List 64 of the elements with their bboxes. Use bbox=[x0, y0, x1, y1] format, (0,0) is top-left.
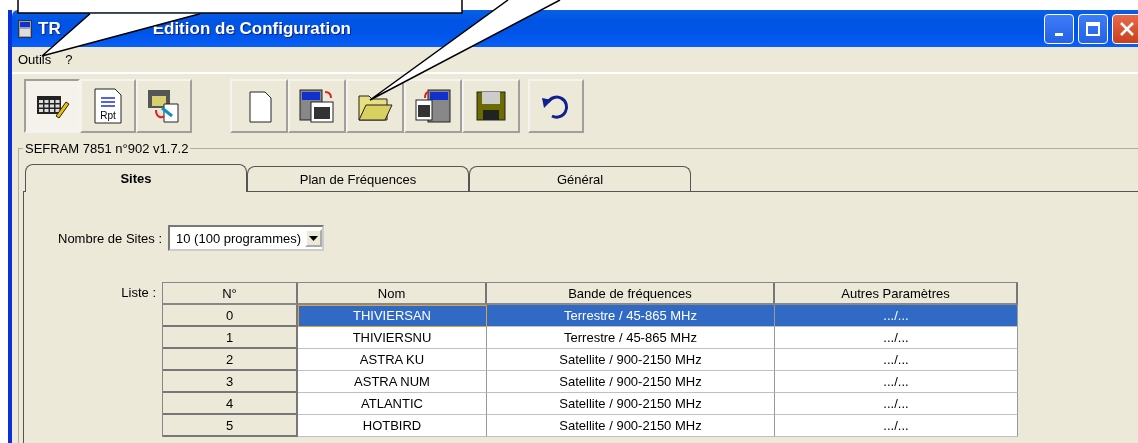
dropdown-arrow-icon bbox=[309, 235, 319, 241]
table-row[interactable]: 1 THIVIERSNU Terrestre / 45-865 MHz .../... bbox=[163, 327, 1018, 349]
row-header: 3 bbox=[163, 371, 298, 393]
maximize-icon bbox=[1085, 20, 1101, 37]
table-cell: ASTRA NUM bbox=[298, 371, 487, 393]
column-header[interactable]: Nom bbox=[298, 283, 487, 305]
table-cell: .../... bbox=[775, 371, 1018, 393]
row-header: 0 bbox=[163, 305, 298, 327]
toolbar-button[interactable] bbox=[462, 79, 520, 133]
table-row[interactable]: 3 ASTRA NUM Satellite / 900-2150 MHz .../... bbox=[163, 371, 1018, 393]
menu-item[interactable]: Outils bbox=[18, 52, 52, 67]
table-cell: .../... bbox=[775, 393, 1018, 415]
menu-item[interactable]: ? bbox=[65, 52, 73, 67]
table-cell: ATLANTIC bbox=[298, 393, 487, 415]
table-row[interactable]: 2 ASTRA KU Satellite / 900-2150 MHz .../... bbox=[163, 349, 1018, 371]
table-cell: .../... bbox=[775, 305, 1018, 327]
column-header[interactable]: N° bbox=[163, 283, 298, 305]
table-cell: Satellite / 900-2150 MHz bbox=[487, 393, 775, 415]
row-header: 2 bbox=[163, 349, 298, 371]
column-header[interactable]: Bande de fréquences bbox=[487, 283, 775, 305]
tab[interactable]: Sites bbox=[25, 164, 247, 192]
toolbar-button[interactable] bbox=[24, 79, 80, 133]
folder-transfer-icon bbox=[146, 88, 182, 124]
row-header: 1 bbox=[163, 327, 298, 349]
close-button[interactable] bbox=[1112, 13, 1138, 44]
device-import-icon bbox=[299, 88, 335, 124]
table-cell: .../... bbox=[775, 415, 1018, 437]
table-row[interactable]: 5 HOTBIRD Satellite / 900-2150 MHz .../... bbox=[163, 415, 1018, 437]
maximize-button[interactable] bbox=[1078, 13, 1108, 44]
tab[interactable]: Plan de Fréquences bbox=[247, 166, 469, 191]
toolbar-button[interactable] bbox=[404, 79, 462, 133]
toolbar-button[interactable] bbox=[288, 79, 346, 133]
sites-count-label: Nombre de Sites : bbox=[58, 230, 163, 246]
toolbar-button[interactable] bbox=[136, 79, 192, 133]
column-header[interactable]: Autres Paramètres bbox=[775, 283, 1018, 305]
save-icon bbox=[473, 88, 509, 124]
window-title: TR bbox=[38, 18, 61, 39]
tab[interactable]: Général bbox=[469, 166, 691, 191]
close-icon bbox=[1119, 20, 1135, 37]
table-row[interactable]: 0 THIVIERSAN Terrestre / 45-865 MHz .../... bbox=[163, 305, 1018, 327]
table-cell: Satellite / 900-2150 MHz bbox=[487, 349, 775, 371]
table-cell: Terrestre / 45-865 MHz bbox=[487, 305, 775, 327]
device-export-icon bbox=[415, 88, 451, 124]
toolbar-button[interactable] bbox=[528, 79, 584, 133]
group-title: SEFRAM 7851 n°902 v1.7.2 bbox=[23, 141, 191, 156]
toolbar-button[interactable] bbox=[346, 79, 404, 133]
minimize-button[interactable] bbox=[1044, 13, 1074, 44]
toolbar-button[interactable]: Rpt bbox=[80, 79, 136, 133]
table-cell: Satellite / 900-2150 MHz bbox=[487, 371, 775, 393]
table-row[interactable]: 4 ATLANTIC Satellite / 900-2150 MHz .../... bbox=[163, 393, 1018, 415]
table-cell: ASTRA KU bbox=[298, 349, 487, 371]
table-cell: Terrestre / 45-865 MHz bbox=[487, 327, 775, 349]
table-cell: .../... bbox=[775, 327, 1018, 349]
table-cell: .../... bbox=[775, 349, 1018, 371]
minimize-icon bbox=[1055, 33, 1063, 36]
list-label: Liste : bbox=[120, 285, 157, 300]
table-cell: THIVIERSAN bbox=[298, 305, 487, 327]
row-header: 4 bbox=[163, 393, 298, 415]
app-icon bbox=[18, 19, 32, 38]
table-cell: HOTBIRD bbox=[298, 415, 487, 437]
table-cell: THIVIERSNU bbox=[298, 327, 487, 349]
table-cell: Satellite / 900-2150 MHz bbox=[487, 415, 775, 437]
row-header: 5 bbox=[163, 415, 298, 437]
sites-count-dropdown[interactable]: 10 (100 programmes) bbox=[168, 225, 325, 251]
